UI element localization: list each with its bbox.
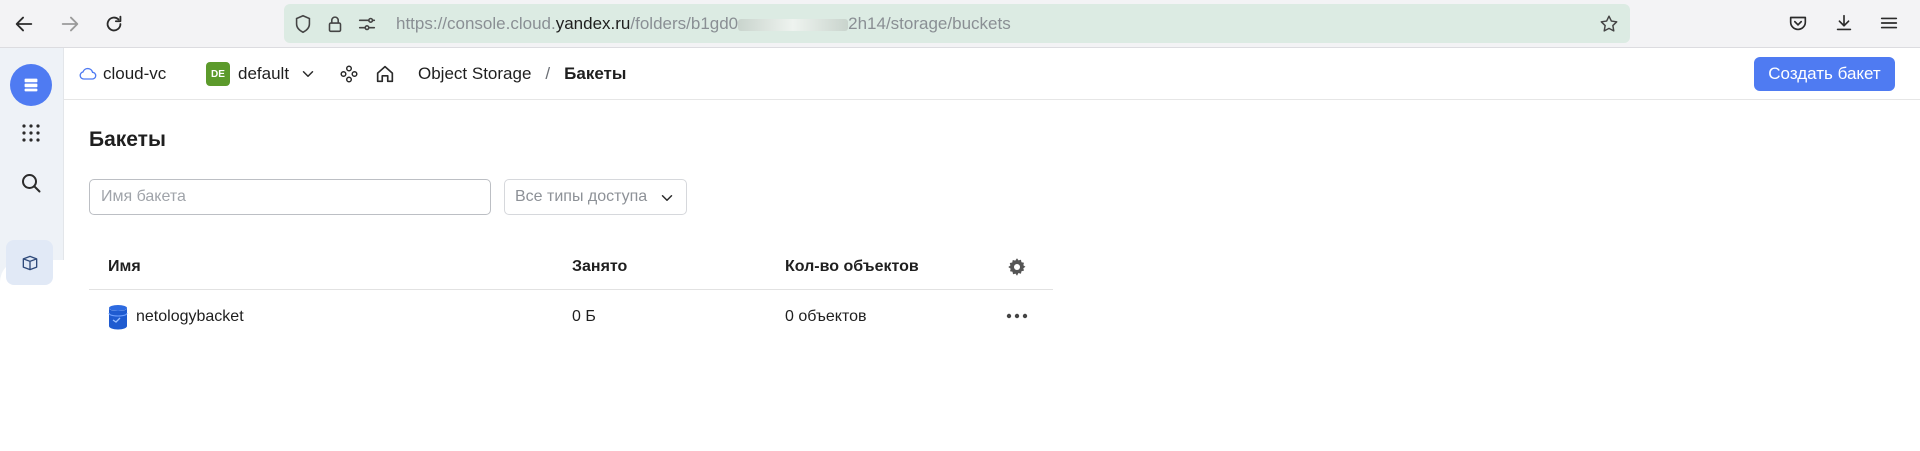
column-header-objects[interactable]: Кол-во объектов: [785, 258, 919, 276]
back-icon[interactable]: [8, 8, 40, 40]
lock-icon[interactable]: [324, 13, 346, 35]
chevron-down-icon: [661, 195, 673, 201]
bucket-name-link[interactable]: netologybacket: [136, 308, 244, 326]
download-icon[interactable]: [1831, 10, 1857, 36]
cloud-icon: [79, 67, 97, 80]
bookmark-star-icon[interactable]: [1598, 13, 1620, 35]
folder-selector[interactable]: DE default: [206, 48, 317, 100]
left-rail: [0, 48, 64, 451]
breadcrumb: Object Storage / Бакеты: [418, 48, 626, 100]
more-actions-icon[interactable]: [1004, 306, 1030, 326]
access-type-value: Все типы доступа: [515, 188, 648, 205]
address-bar[interactable]: https://console.cloud.yandex.ru/folders/…: [284, 4, 1630, 43]
column-header-size[interactable]: Занято: [572, 258, 627, 276]
object-storage-icon[interactable]: [6, 240, 53, 285]
table-header-divider: [89, 289, 1053, 290]
column-header-name[interactable]: Имя: [108, 258, 141, 276]
access-type-filter[interactable]: Все типы доступа: [504, 179, 687, 215]
chevron-down-icon: [302, 71, 314, 77]
page-title: Бакеты: [89, 128, 166, 151]
resource-graph-icon[interactable]: [338, 48, 360, 100]
app-header: cloud-vc DE default Object Storage / Бак…: [64, 48, 1920, 100]
menu-icon[interactable]: [1876, 10, 1902, 36]
bucket-object-count: 0 объектов: [785, 308, 867, 325]
console-logo-icon[interactable]: [10, 64, 52, 106]
search-icon[interactable]: [10, 162, 52, 204]
pocket-icon[interactable]: [1785, 10, 1811, 36]
bucket-icon: [108, 305, 128, 330]
breadcrumb-service[interactable]: Object Storage: [418, 64, 531, 84]
bucket-name-search-input[interactable]: [89, 179, 491, 215]
services-grid-icon[interactable]: [10, 112, 52, 154]
url-text: https://console.cloud.yandex.ru/folders/…: [396, 14, 1011, 33]
home-icon[interactable]: [374, 48, 396, 100]
folder-badge: DE: [206, 62, 230, 86]
breadcrumb-current: Бакеты: [564, 64, 627, 83]
forward-icon[interactable]: [54, 8, 86, 40]
cloud-name: cloud-vc: [103, 64, 167, 83]
create-bucket-button[interactable]: Создать бакет: [1754, 57, 1895, 91]
reload-icon[interactable]: [98, 8, 130, 40]
bucket-size: 0 Б: [572, 308, 596, 325]
permissions-icon[interactable]: [356, 13, 378, 35]
gear-icon[interactable]: [1004, 254, 1030, 280]
rail-lower-panel: [0, 260, 64, 451]
breadcrumb-separator: /: [545, 64, 551, 83]
shield-icon[interactable]: [292, 13, 314, 35]
browser-toolbar: https://console.cloud.yandex.ru/folders/…: [0, 0, 1920, 48]
folder-name: default: [238, 64, 290, 83]
cloud-selector[interactable]: cloud-vc: [78, 48, 166, 100]
